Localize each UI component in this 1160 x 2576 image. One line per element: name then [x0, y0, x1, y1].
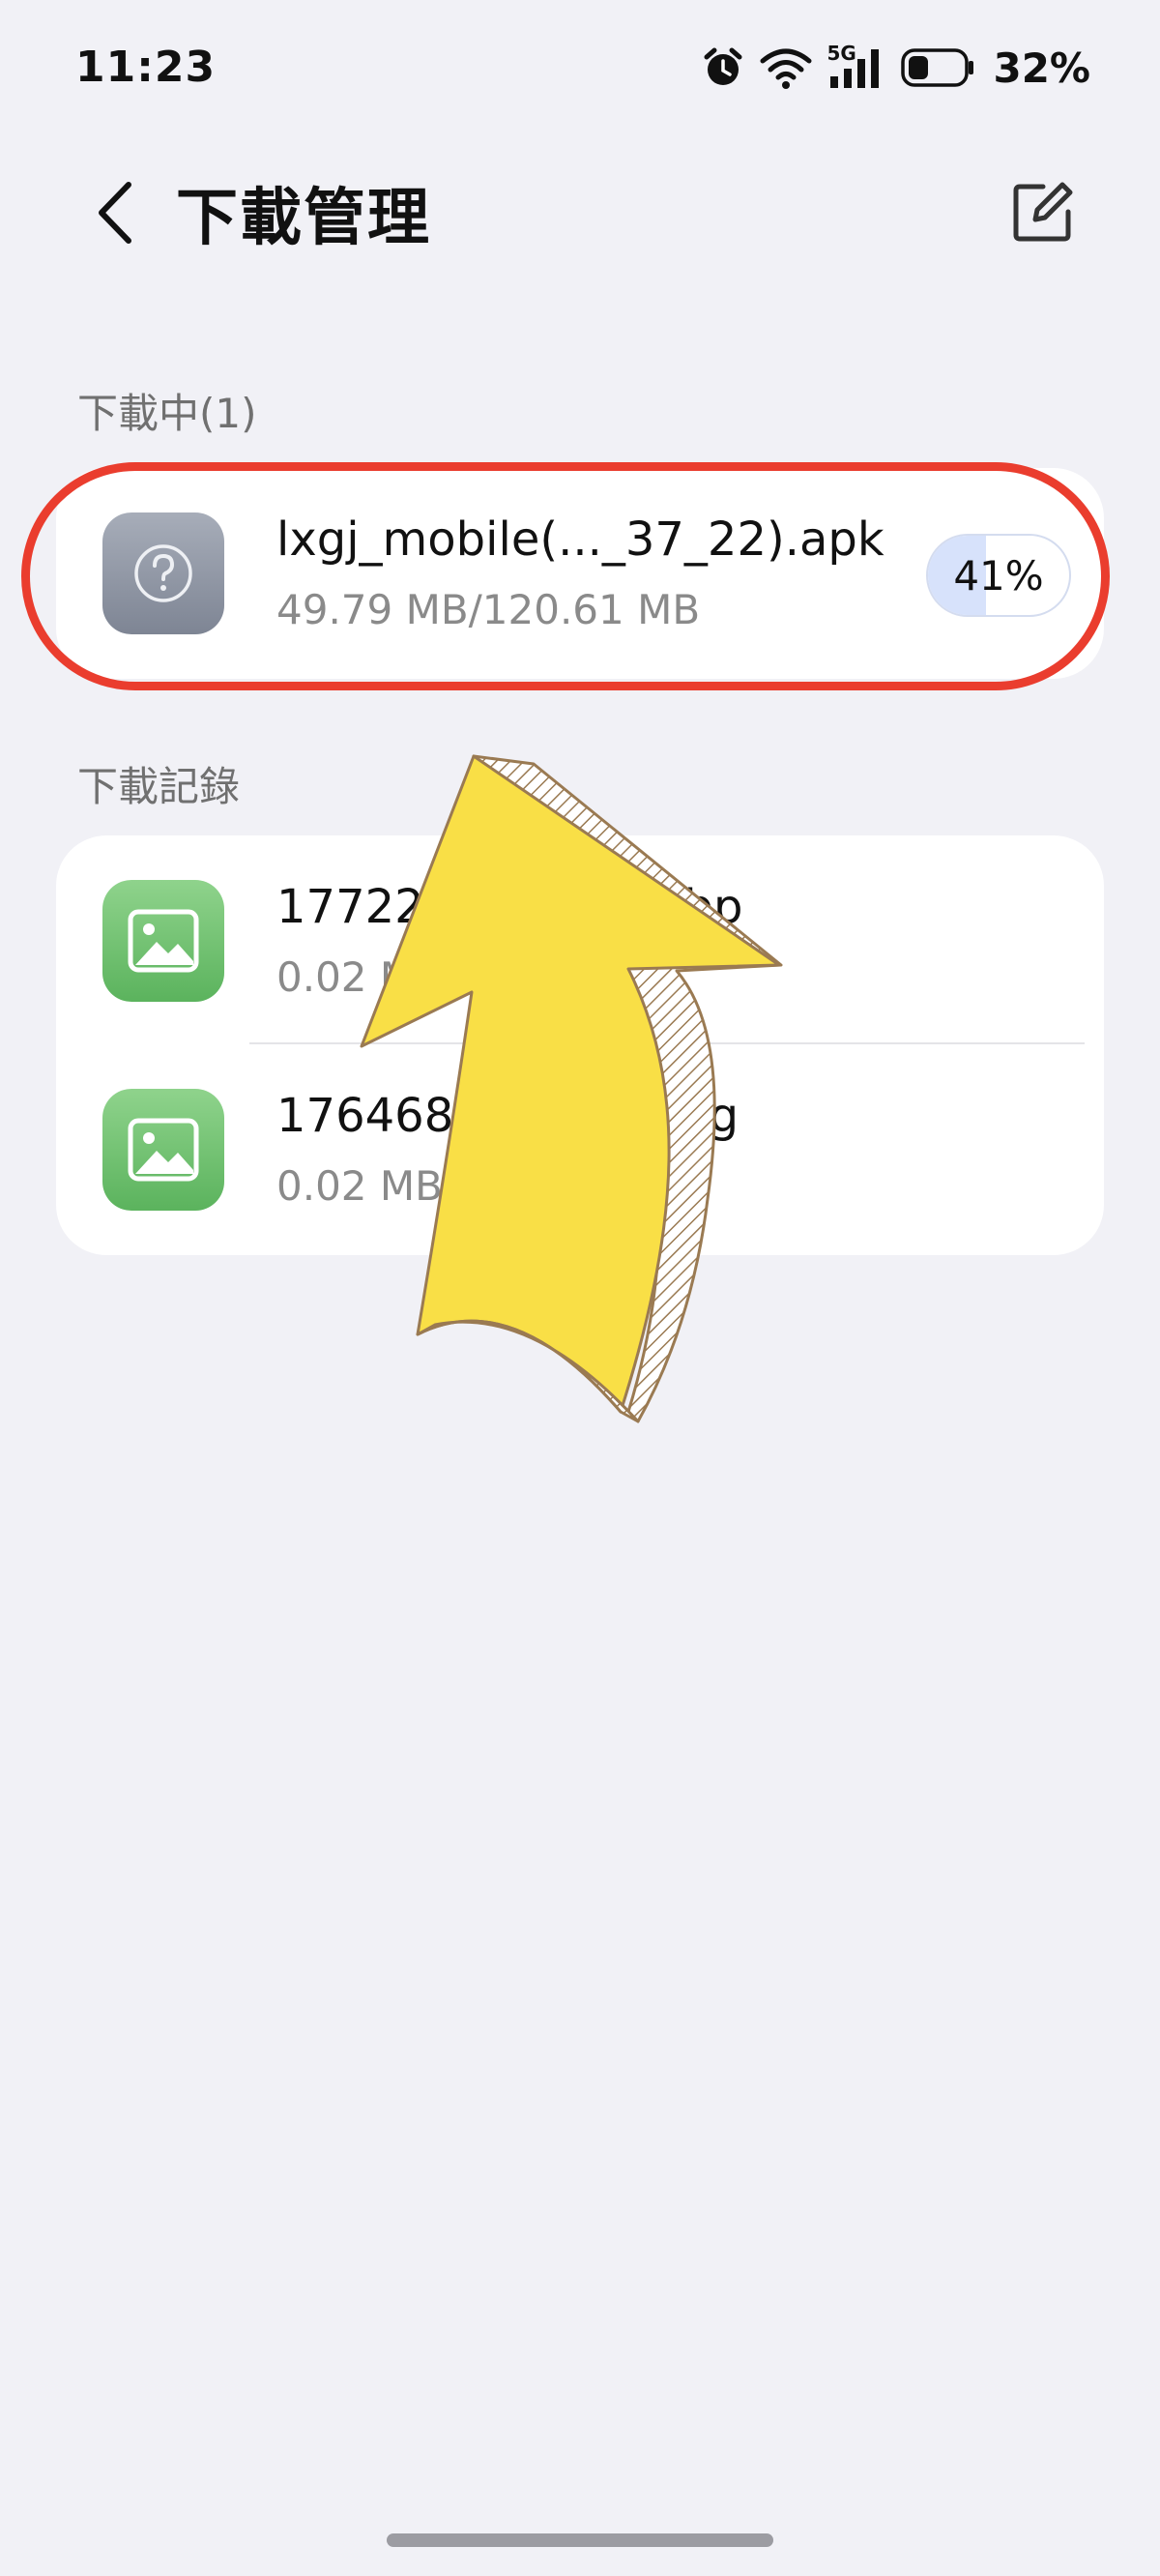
screen: 11:23 5G 32% 下載管理 下載中(1) lxgj_mobile(...…	[0, 0, 1160, 2576]
status-bar: 11:23 5G 32%	[0, 0, 1160, 135]
status-icons: 5G 32%	[701, 39, 1090, 97]
up-arrow-annotation	[360, 754, 783, 1423]
battery-icon	[900, 46, 975, 89]
edit-button[interactable]	[1003, 176, 1081, 253]
edit-icon	[1010, 181, 1074, 249]
cellular-signal-icon: 5G	[826, 42, 886, 90]
image-file-icon	[102, 1089, 224, 1211]
network-label: 5G	[826, 42, 856, 65]
battery-percent: 32%	[993, 44, 1090, 92]
image-file-icon	[102, 880, 224, 1002]
page-title: 下載管理	[176, 183, 431, 254]
app-header: 下載管理	[0, 145, 1160, 280]
wifi-icon	[759, 45, 813, 90]
downloading-section-label: 下載中(1)	[77, 390, 257, 437]
back-button[interactable]	[81, 176, 149, 253]
chevron-left-icon	[94, 179, 136, 250]
status-time: 11:23	[75, 43, 217, 92]
alarm-icon	[701, 45, 745, 90]
history-section-label: 下載記錄	[77, 763, 241, 810]
highlight-annotation-ring	[21, 462, 1110, 690]
home-indicator[interactable]	[387, 2533, 773, 2547]
